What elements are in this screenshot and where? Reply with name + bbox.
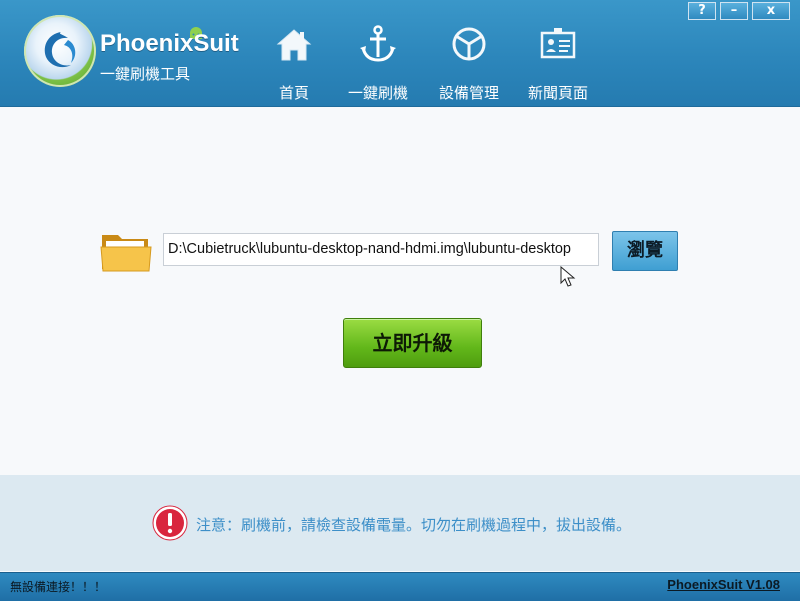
- brand-title: PhoenixSuit: [100, 30, 239, 57]
- notice-text: 注意：刷機前，請檢查設備電量。切勿在刷機過程中，拔出設備。: [196, 516, 632, 534]
- close-button[interactable]: x: [752, 2, 790, 20]
- version-link[interactable]: PhoenixSuit V1.08: [667, 577, 780, 592]
- phoenix-swirl-icon: [44, 32, 76, 68]
- news-icon: [540, 28, 576, 59]
- header-bar: PhoenixSuit 一鍵刷機工具 首頁 一鍵刷機 設備管理 新聞頁面 ? –…: [0, 0, 800, 107]
- nav-home[interactable]: 首頁: [263, 18, 325, 104]
- minimize-button[interactable]: –: [720, 2, 748, 20]
- help-button[interactable]: ?: [688, 2, 716, 20]
- anchor-icon: [360, 25, 396, 62]
- nav-news[interactable]: 新聞頁面: [522, 18, 594, 104]
- nav-device[interactable]: 設備管理: [433, 18, 505, 104]
- upgrade-now-button[interactable]: 立即升級: [343, 318, 482, 368]
- browse-button[interactable]: 瀏覽: [612, 231, 678, 271]
- nav-flash-label: 一鍵刷機: [347, 84, 408, 102]
- status-bar: 無設備連接！！！ PhoenixSuit V1.08: [0, 572, 800, 601]
- nav-news-label: 新聞頁面: [527, 84, 588, 102]
- app-window: PhoenixSuit 一鍵刷機工具 首頁 一鍵刷機 設備管理 新聞頁面 ? –…: [0, 0, 800, 601]
- warning-icon: [152, 505, 188, 541]
- connection-status: 無設備連接！！！: [10, 580, 107, 594]
- device-icon: [452, 27, 486, 61]
- window-controls: ? – x: [688, 2, 790, 20]
- home-icon: [276, 29, 312, 61]
- nav-flash[interactable]: 一鍵刷機: [343, 18, 413, 104]
- folder-icon: [100, 235, 152, 272]
- mouse-cursor-icon: [560, 266, 576, 287]
- main-panel: [0, 107, 800, 475]
- image-path-input[interactable]: D:\Cubietruck\lubuntu-desktop-nand-hdmi.…: [163, 233, 599, 266]
- nav-device-label: 設備管理: [438, 84, 499, 102]
- nav-home-label: 首頁: [278, 84, 309, 102]
- brand-subtitle: 一鍵刷機工具: [100, 65, 191, 83]
